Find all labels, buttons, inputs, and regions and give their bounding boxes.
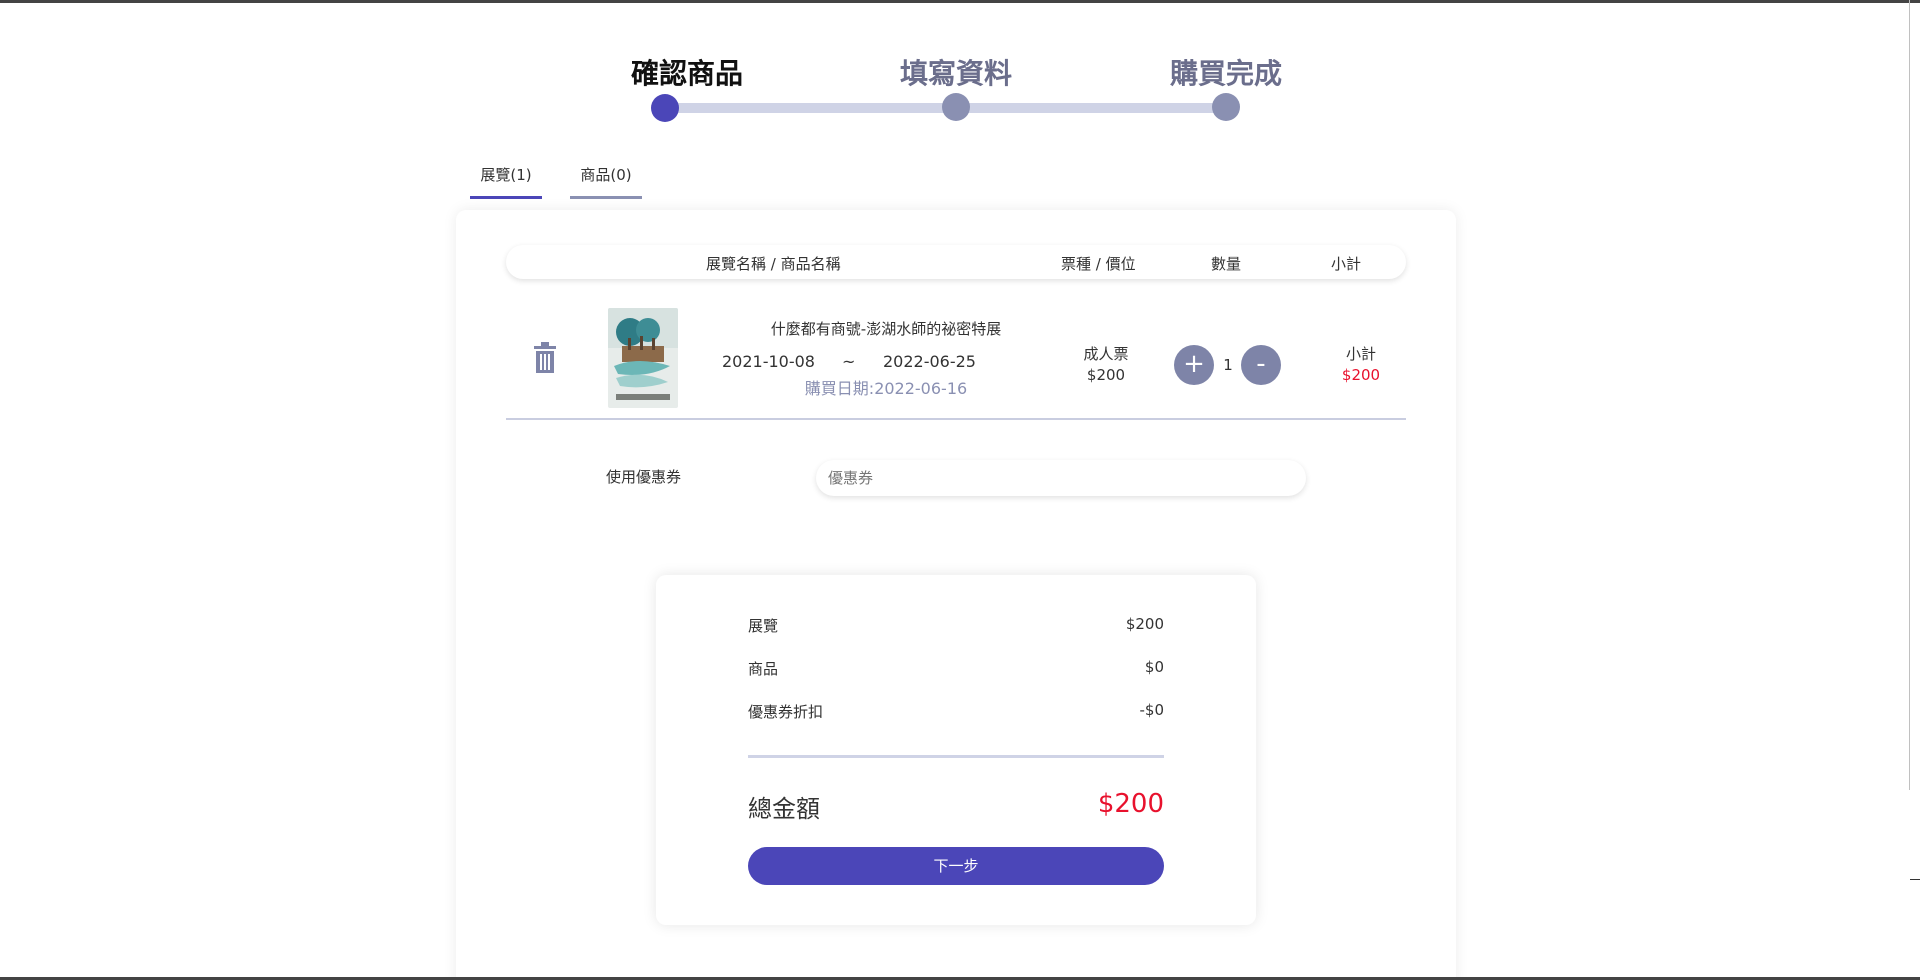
quantity-increase-button[interactable]: + [1174,345,1214,385]
step-fill-info-label: 填寫資料 [899,57,1012,90]
order-summary-card: 展覽 $200 商品 $0 優惠券折扣 -$0 總金額 $200 下一步 [656,575,1256,925]
cart-card: 展覽名稱 / 商品名稱 票種 / 價位 數量 小計 什麼都有商號-澎湖水師的祕密… [456,210,1456,980]
tab-exhibitions-label: 展覽(1) [480,166,532,184]
scrollbar-track [1909,0,1910,790]
tab-goods-underline [570,196,642,199]
item-ticket-type: 成人票 [1083,345,1129,363]
summary-goods-value: $0 [1144,658,1164,676]
summary-exhibition-value: $200 [1125,615,1164,633]
header-subtotal: 小計 [1331,255,1362,273]
header-ticket: 票種 / 價位 [1061,255,1136,273]
summary-total-label: 總金額 [748,795,820,823]
tab-exhibitions-underline [470,196,542,199]
tab-goods[interactable]: 商品(0) [570,164,642,199]
item-date-start: 2021-10-08 [722,352,815,371]
item-name: 什麼都有商號-澎湖水師的祕密特展 [770,320,1002,338]
header-qty: 數量 [1211,255,1242,273]
header-name: 展覽名稱 / 商品名稱 [706,255,841,273]
item-subtotal-label: 小計 [1345,345,1376,363]
item-date-separator: ~ [842,352,856,371]
coupon-label: 使用優惠券 [606,468,682,486]
trash-icon[interactable] [530,339,560,375]
quantity-decrease-button[interactable]: - [1241,345,1281,385]
summary-discount-row: 優惠券折扣 -$0 [748,701,1164,725]
tab-exhibitions[interactable]: 展覽(1) [470,164,542,199]
summary-total-row: 總金額 $200 [748,789,1164,825]
quantity-value: 1 [1223,356,1233,374]
coupon-input[interactable] [816,460,1306,496]
summary-goods-label: 商品 [748,660,779,678]
summary-divider [748,755,1164,758]
next-step-button[interactable]: 下一步 [748,847,1164,885]
summary-discount-label: 優惠券折扣 [748,703,824,721]
summary-exhibition-row: 展覽 $200 [748,615,1164,639]
cart-table-header: 展覽名稱 / 商品名稱 票種 / 價位 數量 小計 [506,245,1406,279]
item-subtotal-value: $200 [1341,366,1381,384]
window-top-border [0,0,1920,3]
cart-item-row: 什麼都有商號-澎湖水師的祕密特展 2021-10-08 ~ 2022-06-25… [506,305,1406,420]
step-fill-info-dot [942,93,970,121]
step-confirm-dot [651,94,679,122]
step-complete-dot [1212,93,1240,121]
exhibition-poster-image [608,308,678,408]
tab-goods-label: 商品(0) [580,166,632,184]
step-complete-label: 購買完成 [1169,57,1282,90]
summary-discount-value: -$0 [1139,701,1165,719]
step-confirm-label: 確認商品 [630,57,743,90]
scrollbar-marker [1910,879,1920,880]
summary-goods-row: 商品 $0 [748,658,1164,682]
page-scrollbar[interactable] [1906,0,1920,977]
summary-total-value: $200 [1097,789,1164,819]
item-date-end: 2022-06-25 [883,352,976,371]
item-purchase-date: 購買日期:2022-06-16 [804,379,968,398]
item-ticket-price: $200 [1086,366,1126,384]
summary-exhibition-label: 展覽 [748,617,779,635]
